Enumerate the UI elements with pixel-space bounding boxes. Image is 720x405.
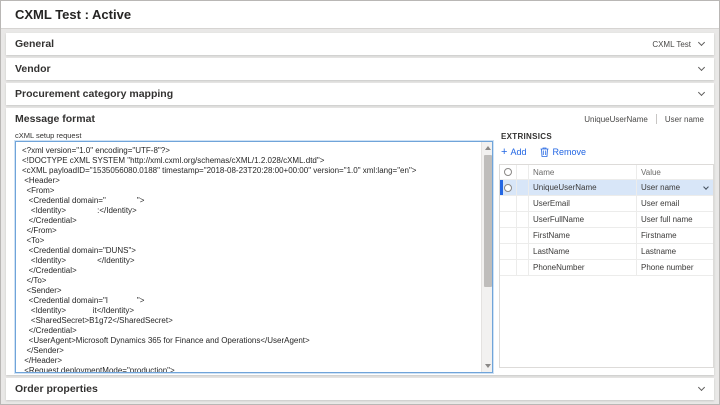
trash-icon: [540, 147, 549, 157]
add-button[interactable]: + Add: [501, 145, 527, 158]
fasttab-order-properties-label: Order properties: [15, 383, 98, 395]
radio-circle-icon: [504, 183, 512, 192]
grid-gap-column: [517, 180, 529, 195]
table-row[interactable]: LastName Lastname: [500, 244, 713, 260]
table-row[interactable]: PhoneNumber Phone number: [500, 260, 713, 276]
cxml-setup-request-textarea[interactable]: <?xml version="1.0" encoding="UTF-8"?> <…: [15, 141, 493, 373]
row-name-cell[interactable]: UniqueUserName: [529, 180, 637, 195]
scroll-down-icon[interactable]: [485, 364, 491, 368]
message-format-body: cXML setup request <?xml version="1.0" e…: [6, 129, 714, 375]
chevron-down-icon[interactable]: [697, 38, 706, 47]
table-row[interactable]: UserFullName User full name: [500, 212, 713, 228]
row-name-cell[interactable]: FirstName: [529, 228, 637, 243]
general-summary-value: CXML Test: [652, 39, 691, 49]
fasttab-procurement-label: Procurement category mapping: [15, 88, 174, 100]
row-name-cell[interactable]: LastName: [529, 244, 637, 259]
row-select-cell[interactable]: [500, 244, 517, 259]
cxml-test-page: CXML Test : Active General CXML Test Ven…: [0, 0, 720, 405]
chevron-down-icon[interactable]: [697, 63, 706, 72]
grid-header-row: Name Value: [500, 165, 713, 180]
table-row[interactable]: FirstName Firstname: [500, 228, 713, 244]
fasttab-message-format-label: Message format: [15, 113, 95, 125]
add-button-label: Add: [510, 147, 527, 157]
row-select-cell[interactable]: [500, 196, 517, 211]
row-value-cell[interactable]: User name: [637, 180, 713, 195]
fasttab-procurement-header[interactable]: Procurement category mapping: [6, 83, 714, 105]
row-name-cell[interactable]: UserEmail: [529, 196, 637, 211]
table-row[interactable]: UserEmail User email: [500, 196, 713, 212]
fasttab-general[interactable]: General CXML Test: [6, 33, 714, 55]
table-row[interactable]: UniqueUserName User name: [500, 180, 713, 196]
fasttab-message-format: Message format UniqueUserName User name …: [6, 108, 714, 375]
row-value-cell[interactable]: User email: [637, 196, 713, 211]
column-header-value[interactable]: Value: [637, 165, 713, 179]
radio-circle-icon: [504, 168, 512, 176]
fasttab-message-format-header[interactable]: Message format UniqueUserName User name: [6, 108, 714, 130]
message-format-summary-name: UniqueUserName: [584, 114, 648, 124]
row-value-cell[interactable]: Lastname: [637, 244, 713, 259]
fasttab-general-header[interactable]: General CXML Test: [6, 33, 714, 55]
textarea-scrollbar[interactable]: [481, 142, 492, 372]
remove-button-label: Remove: [552, 147, 586, 157]
row-value-cell[interactable]: Phone number: [637, 260, 713, 275]
scrollbar-thumb[interactable]: [483, 155, 492, 287]
row-value-text: User name: [641, 183, 681, 192]
remove-button[interactable]: Remove: [540, 147, 586, 157]
row-value-cell[interactable]: Firstname: [637, 228, 713, 243]
row-select-cell[interactable]: [500, 212, 517, 227]
fasttab-vendor-header[interactable]: Vendor: [6, 58, 714, 80]
grid-gap-column: [517, 260, 529, 275]
row-value-cell[interactable]: User full name: [637, 212, 713, 227]
fasttab-vendor[interactable]: Vendor: [6, 58, 714, 80]
cxml-setup-request-content[interactable]: <?xml version="1.0" encoding="UTF-8"?> <…: [16, 142, 480, 372]
extrinsics-title: EXTRINSICS: [501, 132, 553, 141]
fasttab-procurement-category-mapping[interactable]: Procurement category mapping: [6, 83, 714, 105]
fasttab-vendor-label: Vendor: [15, 63, 51, 75]
grid-gap-column: [517, 196, 529, 211]
add-icon: +: [501, 145, 508, 158]
scroll-up-icon[interactable]: [485, 146, 491, 150]
row-name-cell[interactable]: UserFullName: [529, 212, 637, 227]
row-select-cell[interactable]: [500, 180, 517, 195]
grid-gap-column: [517, 212, 529, 227]
grid-gap-column: [517, 165, 529, 179]
grid-gap-column: [517, 244, 529, 259]
extrinsics-grid: Name Value UniqueUserName User name User…: [499, 164, 714, 368]
row-select-cell[interactable]: [500, 228, 517, 243]
title-bar: CXML Test : Active: [1, 1, 719, 29]
row-select-cell[interactable]: [500, 260, 517, 275]
fasttab-general-label: General: [15, 38, 55, 50]
select-all-cell[interactable]: [500, 165, 517, 179]
chevron-down-icon[interactable]: [697, 383, 706, 392]
chevron-down-icon[interactable]: [703, 184, 709, 190]
column-header-name[interactable]: Name: [529, 165, 637, 179]
fasttab-order-properties[interactable]: Order properties: [6, 378, 714, 400]
chevron-down-icon[interactable]: [697, 88, 706, 97]
cxml-setup-request-label: cXML setup request: [15, 131, 82, 140]
grid-gap-column: [517, 228, 529, 243]
extrinsics-toolbar: + Add Remove: [501, 145, 586, 159]
message-format-summary-value: User name: [664, 114, 704, 124]
page-title: CXML Test : Active: [15, 7, 132, 22]
summary-divider: [655, 114, 657, 124]
row-name-cell[interactable]: PhoneNumber: [529, 260, 637, 275]
fasttab-order-properties-header[interactable]: Order properties: [6, 378, 714, 400]
